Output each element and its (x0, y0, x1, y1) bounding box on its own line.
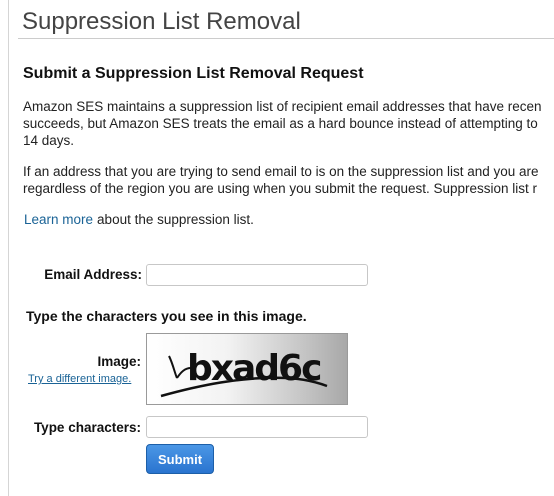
info-line-1: If an address that you are trying to sen… (23, 164, 539, 179)
info-paragraph: If an address that you are trying to sen… (23, 163, 554, 197)
page-title: Suppression List Removal (22, 8, 301, 35)
email-label: Email Address: (44, 267, 142, 282)
section-heading: Submit a Suppression List Removal Reques… (23, 65, 364, 82)
intro-line-1: Amazon SES maintains a suppression list … (23, 99, 542, 114)
captcha-text: bxad6c (187, 348, 320, 389)
left-border (8, 0, 9, 496)
learn-more-row: Learn more about the suppression list. (24, 212, 254, 227)
info-line-2: regardless of the region you are using w… (23, 181, 538, 196)
captcha-image: bxad6c (146, 333, 348, 405)
learn-more-link[interactable]: Learn more (24, 212, 93, 227)
image-label: Image: (97, 354, 141, 369)
captcha-prompt: Type the characters you see in this imag… (26, 308, 307, 324)
try-different-image-link[interactable]: Try a different image. (28, 373, 131, 385)
title-divider (18, 38, 554, 39)
type-characters-input[interactable] (146, 416, 368, 438)
submit-button[interactable]: Submit (146, 444, 214, 474)
intro-line-2: succeeds, but Amazon SES treats the emai… (23, 116, 538, 131)
intro-paragraph: Amazon SES maintains a suppression list … (23, 98, 554, 149)
captcha-graphic: bxad6c (160, 348, 328, 398)
intro-line-3: 14 days. (23, 133, 75, 148)
type-characters-label: Type characters: (33, 420, 141, 435)
learn-more-text: about the suppression list. (97, 212, 254, 227)
email-input[interactable] (146, 264, 368, 286)
